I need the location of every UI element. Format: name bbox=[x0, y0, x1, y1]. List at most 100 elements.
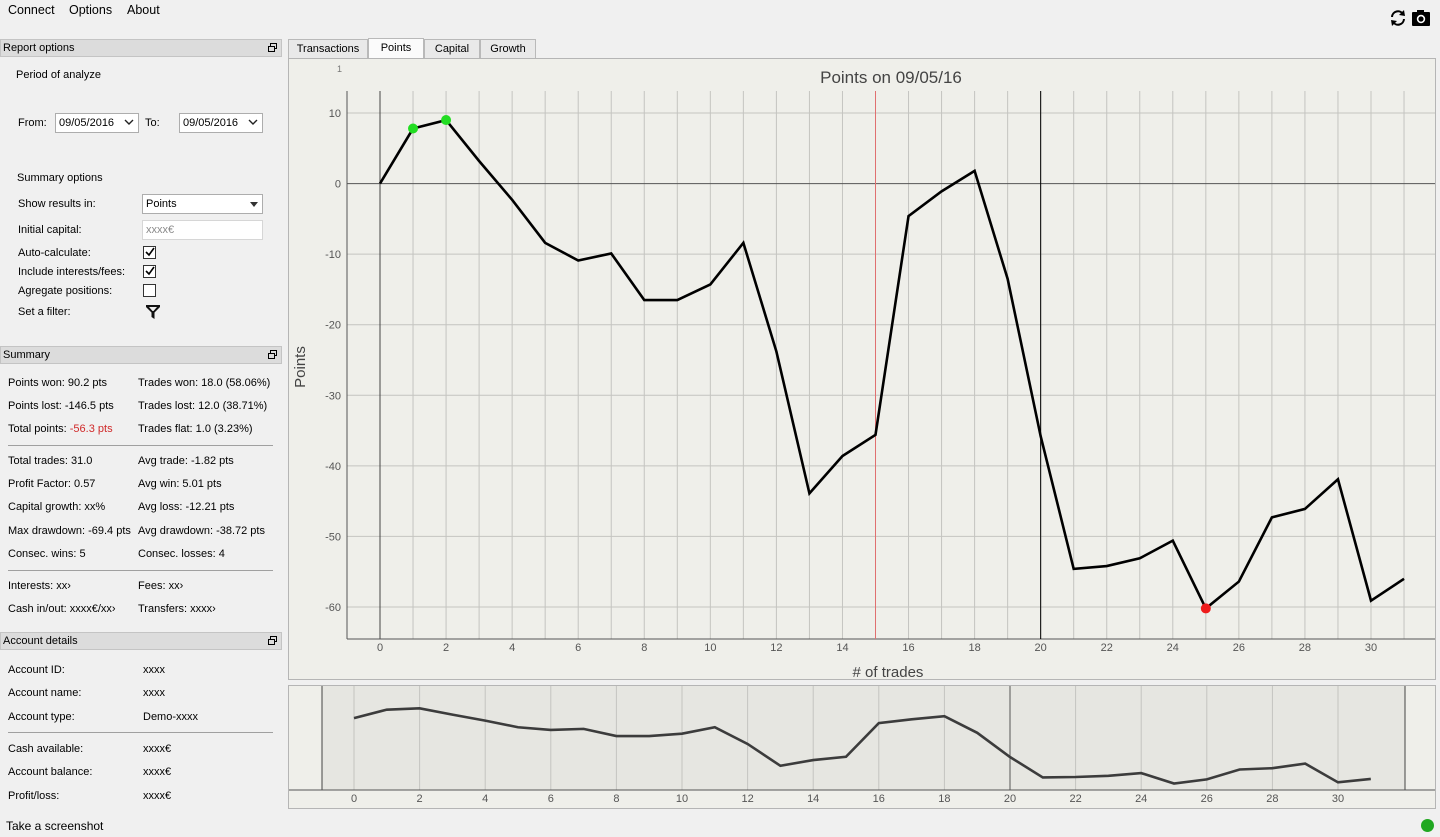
cash-available-value: xxxx€ bbox=[143, 743, 172, 755]
account-divider bbox=[8, 732, 273, 733]
x-tick-label: 18 bbox=[968, 642, 980, 654]
navigator-x-tick-label: 10 bbox=[676, 793, 688, 805]
navigator-x-tick-label: 14 bbox=[807, 793, 819, 805]
avg-loss: Avg loss: -12.21 pts bbox=[138, 501, 235, 513]
tab-transactions[interactable]: Transactions bbox=[288, 39, 368, 59]
y-tick-label: -50 bbox=[325, 531, 341, 543]
summary-title: Summary bbox=[0, 346, 282, 364]
points-won: Points won: 90.2 pts bbox=[8, 377, 108, 389]
navigator-x-tick-label: 22 bbox=[1069, 793, 1081, 805]
trades-flat: Trades flat: 1.0 (3.23%) bbox=[138, 423, 253, 435]
tab-growth[interactable]: Growth bbox=[480, 39, 536, 59]
x-tick-label: 22 bbox=[1101, 642, 1113, 654]
menu-about[interactable]: About bbox=[127, 3, 160, 17]
summary-options-label: Summary options bbox=[17, 172, 103, 184]
capital-growth: Capital growth: xx% bbox=[8, 501, 106, 513]
include-interests-checkbox[interactable] bbox=[143, 265, 156, 278]
include-interests-label: Include interests/fees: bbox=[18, 266, 126, 278]
navigator-x-tick-label: 20 bbox=[1004, 793, 1016, 805]
filter-icon[interactable] bbox=[145, 304, 161, 320]
summary-divider bbox=[8, 570, 273, 571]
float-window-icon[interactable] bbox=[268, 43, 277, 52]
max-drawdown: Max drawdown: -69.4 pts bbox=[8, 525, 131, 537]
profit-factor: Profit Factor: 0.57 bbox=[8, 478, 96, 490]
initial-capital-label: Initial capital: bbox=[18, 224, 82, 236]
account-details-title: Account details bbox=[0, 632, 282, 650]
total-points-value: -56.3 pts bbox=[69, 423, 113, 435]
show-results-label: Show results in: bbox=[18, 198, 96, 210]
to-date-picker[interactable]: 09/05/2016 bbox=[179, 113, 263, 133]
cash-in-out: Cash in/out: xxxx€/xx› bbox=[8, 603, 116, 615]
navigator-x-tick-label: 8 bbox=[613, 793, 619, 805]
fees: Fees: xx› bbox=[138, 580, 184, 592]
navigator-x-tick-label: 0 bbox=[351, 793, 357, 805]
report-options-title: Report options bbox=[0, 39, 282, 57]
initial-capital-input[interactable]: xxxx€ bbox=[142, 220, 263, 240]
summary-divider bbox=[8, 445, 273, 446]
menu-bar: Connect Options About bbox=[0, 0, 1440, 22]
overview-navigator[interactable]: 1 024681012141618202224262830 bbox=[288, 685, 1436, 809]
navigator-x-tick-label: 26 bbox=[1201, 793, 1213, 805]
points-series-line bbox=[378, 118, 1405, 611]
left-panel: Report options Period of analyze From: 0… bbox=[0, 38, 283, 813]
status-bar: Take a screenshot bbox=[0, 813, 1440, 837]
x-tick-label: 20 bbox=[1035, 642, 1047, 654]
float-window-icon[interactable] bbox=[268, 636, 277, 645]
y-tick-label: 10 bbox=[329, 108, 341, 120]
chart-grid bbox=[346, 91, 1435, 640]
navigator-x-tick-label: 2 bbox=[417, 793, 423, 805]
tab-capital[interactable]: Capital bbox=[424, 39, 480, 59]
float-window-icon[interactable] bbox=[268, 350, 277, 359]
y-tick-label: -40 bbox=[325, 461, 341, 473]
camera-icon[interactable] bbox=[1411, 8, 1431, 28]
cash-available-label: Cash available: bbox=[8, 743, 84, 755]
x-tick-label: 12 bbox=[770, 642, 782, 654]
total-points: Total points: -56.3 pts bbox=[8, 423, 113, 435]
navigator-ticks: 0 2 4 6 8 10 12 14 16 18 20 22 24 26 28 30 bbox=[351, 793, 1344, 805]
avg-drawdown: Avg drawdown: -38.72 pts bbox=[138, 525, 265, 537]
avg-win: Avg win: 5.01 pts bbox=[138, 478, 222, 490]
total-points-label: Total points: bbox=[8, 423, 67, 435]
chart-series bbox=[378, 115, 1405, 614]
avg-trade: Avg trade: -1.82 pts bbox=[138, 455, 234, 467]
chevron-down-icon bbox=[248, 119, 258, 125]
refresh-icon[interactable] bbox=[1388, 8, 1408, 28]
account-id-label: Account ID: bbox=[8, 664, 65, 676]
consec-wins: Consec. wins: 5 bbox=[8, 548, 86, 560]
auto-calculate-checkbox[interactable] bbox=[143, 246, 156, 259]
profit-loss-value: xxxx€ bbox=[143, 790, 172, 802]
navigator-grid bbox=[289, 686, 1435, 791]
account-type-value: Demo-xxxx bbox=[143, 711, 199, 723]
x-tick-label: 24 bbox=[1167, 642, 1179, 654]
from-date-picker[interactable]: 09/05/2016 bbox=[55, 113, 139, 133]
menu-options[interactable]: Options bbox=[69, 3, 112, 17]
total-trades: Total trades: 31.0 bbox=[8, 455, 93, 467]
checkmark-icon bbox=[145, 247, 155, 257]
connection-status-indicator bbox=[1421, 819, 1434, 832]
highlight-marker bbox=[1200, 603, 1211, 614]
account-balance-label: Account balance: bbox=[8, 766, 93, 778]
x-tick-label: 26 bbox=[1233, 642, 1245, 654]
y-tick-label: -20 bbox=[325, 320, 341, 332]
x-tick-label: 0 bbox=[377, 642, 383, 654]
account-balance-value: xxxx€ bbox=[143, 766, 172, 778]
show-results-select[interactable]: Points bbox=[142, 194, 263, 214]
navigator-x-tick-label: 16 bbox=[873, 793, 885, 805]
points-lost: Points lost: -146.5 pts bbox=[8, 400, 114, 412]
navigator-x-tick-label: 12 bbox=[741, 793, 753, 805]
aggregate-positions-label: Agregate positions: bbox=[18, 285, 113, 297]
transfers: Transfers: xxxx› bbox=[138, 603, 216, 615]
set-filter-label: Set a filter: bbox=[18, 306, 71, 318]
x-tick-label: 30 bbox=[1365, 642, 1377, 654]
tab-points[interactable]: Points bbox=[368, 38, 424, 59]
corner-label: 1 bbox=[337, 64, 342, 74]
x-tick-label: 2 bbox=[443, 642, 449, 654]
x-tick-label: 8 bbox=[641, 642, 647, 654]
navigator-x-tick-label: 30 bbox=[1332, 793, 1344, 805]
menu-connect[interactable]: Connect bbox=[8, 3, 55, 17]
y-tick-label: -60 bbox=[325, 602, 341, 614]
highlight-marker bbox=[441, 115, 452, 126]
account-type-label: Account type: bbox=[8, 711, 75, 723]
aggregate-positions-checkbox[interactable] bbox=[143, 284, 156, 297]
points-chart[interactable]: Points on 09/05/16 # of trades Points 1 … bbox=[288, 58, 1436, 681]
